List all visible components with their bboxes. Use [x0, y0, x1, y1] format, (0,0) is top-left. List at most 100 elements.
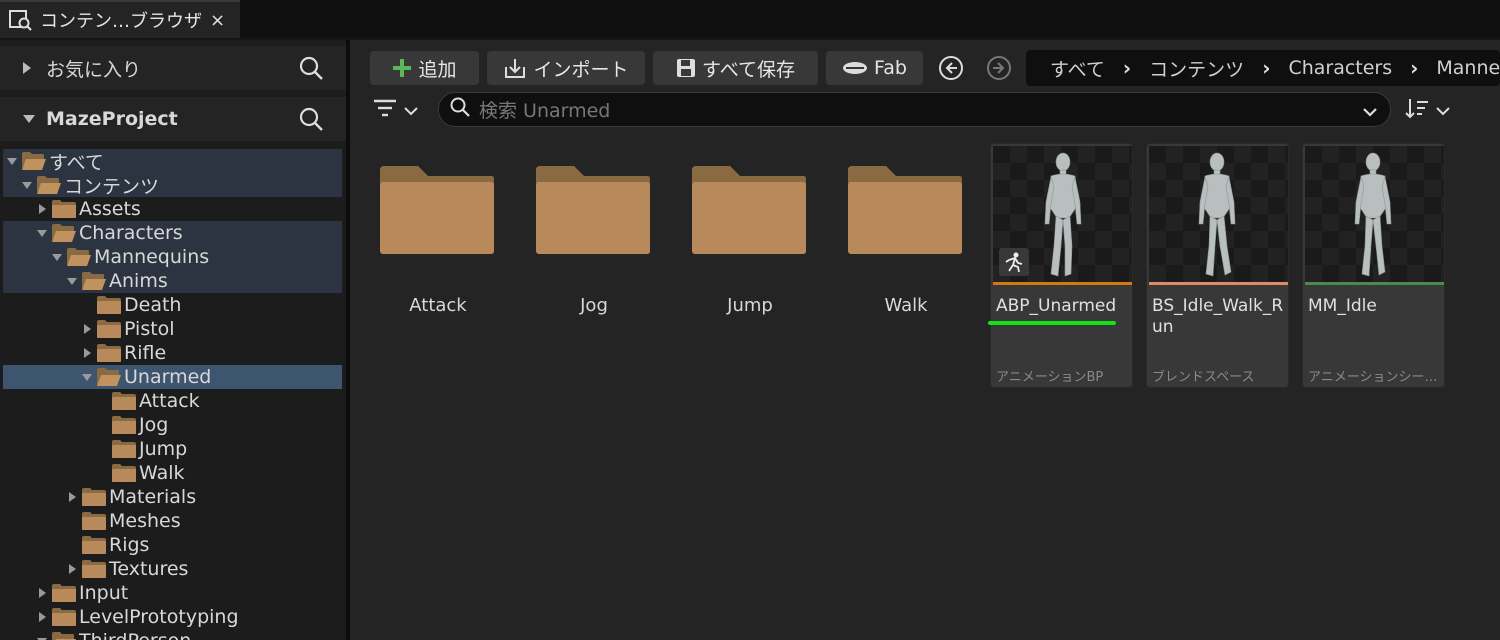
search-input[interactable]: 検索 Unarmed [438, 92, 1391, 127]
tree-item[interactable]: Materials [3, 485, 342, 509]
search-icon [449, 96, 471, 123]
tree-item[interactable]: Assets [3, 197, 342, 221]
folder-icon [81, 487, 107, 507]
tree-item-label: Jog [139, 414, 169, 436]
tree-item[interactable]: Attack [3, 389, 342, 413]
add-button[interactable]: 追加 [370, 51, 479, 85]
expanded-arrow-icon[interactable] [50, 245, 64, 269]
tree-item[interactable]: LevelPrototyping [3, 605, 342, 629]
tree-item[interactable]: すべて [3, 149, 342, 174]
tree-item-label: Pistol [124, 318, 175, 340]
tree-item[interactable]: Anims [3, 269, 342, 293]
search-icon[interactable] [298, 55, 324, 81]
highlight-underline [988, 321, 1116, 325]
save-all-button[interactable]: すべて保存 [653, 51, 818, 85]
open-folder-icon [96, 367, 122, 387]
tree-item[interactable]: Pistol [3, 317, 342, 341]
expanded-arrow-icon[interactable] [5, 149, 19, 173]
asset-tile[interactable]: ABP_Unarmed アニメーションBP [990, 143, 1133, 388]
tree-item-label: Death [124, 294, 182, 316]
plus-icon [392, 58, 412, 78]
tree-item[interactable]: Mannequins [3, 245, 342, 269]
folder-icon [690, 164, 808, 256]
favorites-title: お気に入り [46, 58, 142, 81]
collapsed-arrow-icon[interactable] [65, 485, 79, 509]
sort-button[interactable] [1404, 96, 1456, 124]
asset-type: アニメーションBP [996, 370, 1104, 385]
tree-item[interactable]: Characters [3, 221, 342, 245]
folder-tile[interactable]: Jump [680, 150, 820, 330]
breadcrumb-item[interactable]: Manne [1436, 57, 1500, 79]
collapsed-arrow-icon[interactable] [35, 197, 49, 221]
fab-button-label: Fab [874, 57, 907, 79]
tree-item[interactable]: Rifle [3, 341, 342, 365]
collapsed-arrow-icon[interactable] [65, 557, 79, 581]
tree-item[interactable]: Unarmed [3, 365, 342, 389]
tree-item[interactable]: Death [3, 293, 342, 317]
chevron-down-icon [404, 99, 418, 121]
asset-type-stripe [993, 282, 1132, 285]
asset-tile[interactable]: MM_Idle アニメーションシー… [1302, 143, 1445, 388]
chevron-right-icon[interactable]: › [1262, 56, 1270, 80]
tree-item-label: Anims [109, 270, 168, 292]
tree-item[interactable]: Meshes [3, 509, 342, 533]
expanded-arrow-icon[interactable] [80, 365, 94, 389]
folder-icon [534, 164, 652, 256]
asset-name: BS_Idle_Walk_Run [1152, 296, 1284, 337]
forward-arrow-icon[interactable] [986, 55, 1012, 81]
import-button[interactable]: インポート [487, 51, 645, 85]
expanded-arrow-icon[interactable] [20, 173, 34, 197]
fab-button[interactable]: Fab [826, 51, 923, 85]
tree-item[interactable]: Jump [3, 437, 342, 461]
breadcrumb-item[interactable]: Characters [1288, 57, 1392, 79]
tree-item-label: Rifle [124, 342, 167, 364]
folder-tile[interactable]: Jog [524, 150, 664, 330]
favorites-section-header[interactable]: お気に入り [0, 46, 346, 90]
collapsed-arrow-icon[interactable] [80, 317, 94, 341]
tree-item-label: Meshes [109, 510, 181, 532]
content-browser-icon [8, 8, 34, 32]
tree-item[interactable]: Walk [3, 461, 342, 485]
tree-item[interactable]: Textures [3, 557, 342, 581]
filter-button[interactable] [372, 96, 424, 124]
collapsed-arrow-icon[interactable] [35, 605, 49, 629]
asset-tile[interactable]: BS_Idle_Walk_Run ブレンドスペース [1146, 143, 1289, 388]
tab-content-browser[interactable]: コンテン…ブラウザ × [0, 0, 240, 38]
collapsed-arrow-icon [22, 61, 40, 75]
tree-item-label: Rigs [109, 534, 150, 556]
chevron-down-icon[interactable] [1362, 101, 1378, 123]
breadcrumb: すべて › コンテンツ › Characters › Manne [1026, 50, 1500, 86]
back-arrow-icon[interactable] [938, 55, 964, 81]
folder-icon [81, 511, 107, 531]
tree-item-label: Jump [139, 438, 188, 460]
project-section-header[interactable]: MazeProject [0, 97, 346, 141]
tree-item-label: Materials [109, 486, 197, 508]
search-placeholder: 検索 Unarmed [479, 100, 611, 122]
asset-type: アニメーションシー… [1308, 370, 1438, 385]
collapsed-arrow-icon[interactable] [80, 341, 94, 365]
expanded-arrow-icon[interactable] [35, 629, 49, 640]
expanded-arrow-icon [22, 114, 40, 124]
tree-item[interactable]: Input [3, 581, 342, 605]
folder-icon [51, 199, 77, 219]
folder-tile[interactable]: Attack [368, 150, 508, 330]
collapsed-arrow-icon[interactable] [35, 581, 49, 605]
chevron-right-icon[interactable]: › [1410, 56, 1418, 80]
expanded-arrow-icon[interactable] [65, 269, 79, 293]
expanded-arrow-icon[interactable] [35, 221, 49, 245]
close-icon[interactable]: × [210, 10, 225, 31]
folder-icon [378, 164, 496, 256]
breadcrumb-item[interactable]: コンテンツ [1149, 55, 1244, 82]
tree-item[interactable]: コンテンツ [3, 173, 342, 198]
tree-item-label: Input [79, 582, 129, 604]
folder-icon [81, 535, 107, 555]
breadcrumb-item[interactable]: すべて [1050, 55, 1105, 82]
tree-item[interactable]: Rigs [3, 533, 342, 557]
tree-item-label: Unarmed [124, 366, 212, 388]
folder-name: Jog [580, 295, 608, 316]
search-icon[interactable] [298, 106, 324, 132]
folder-tile[interactable]: Walk [836, 150, 976, 330]
chevron-right-icon[interactable]: › [1123, 56, 1131, 80]
tree-item[interactable]: Jog [3, 413, 342, 437]
tree-item[interactable]: ThirdPerson [3, 629, 342, 640]
